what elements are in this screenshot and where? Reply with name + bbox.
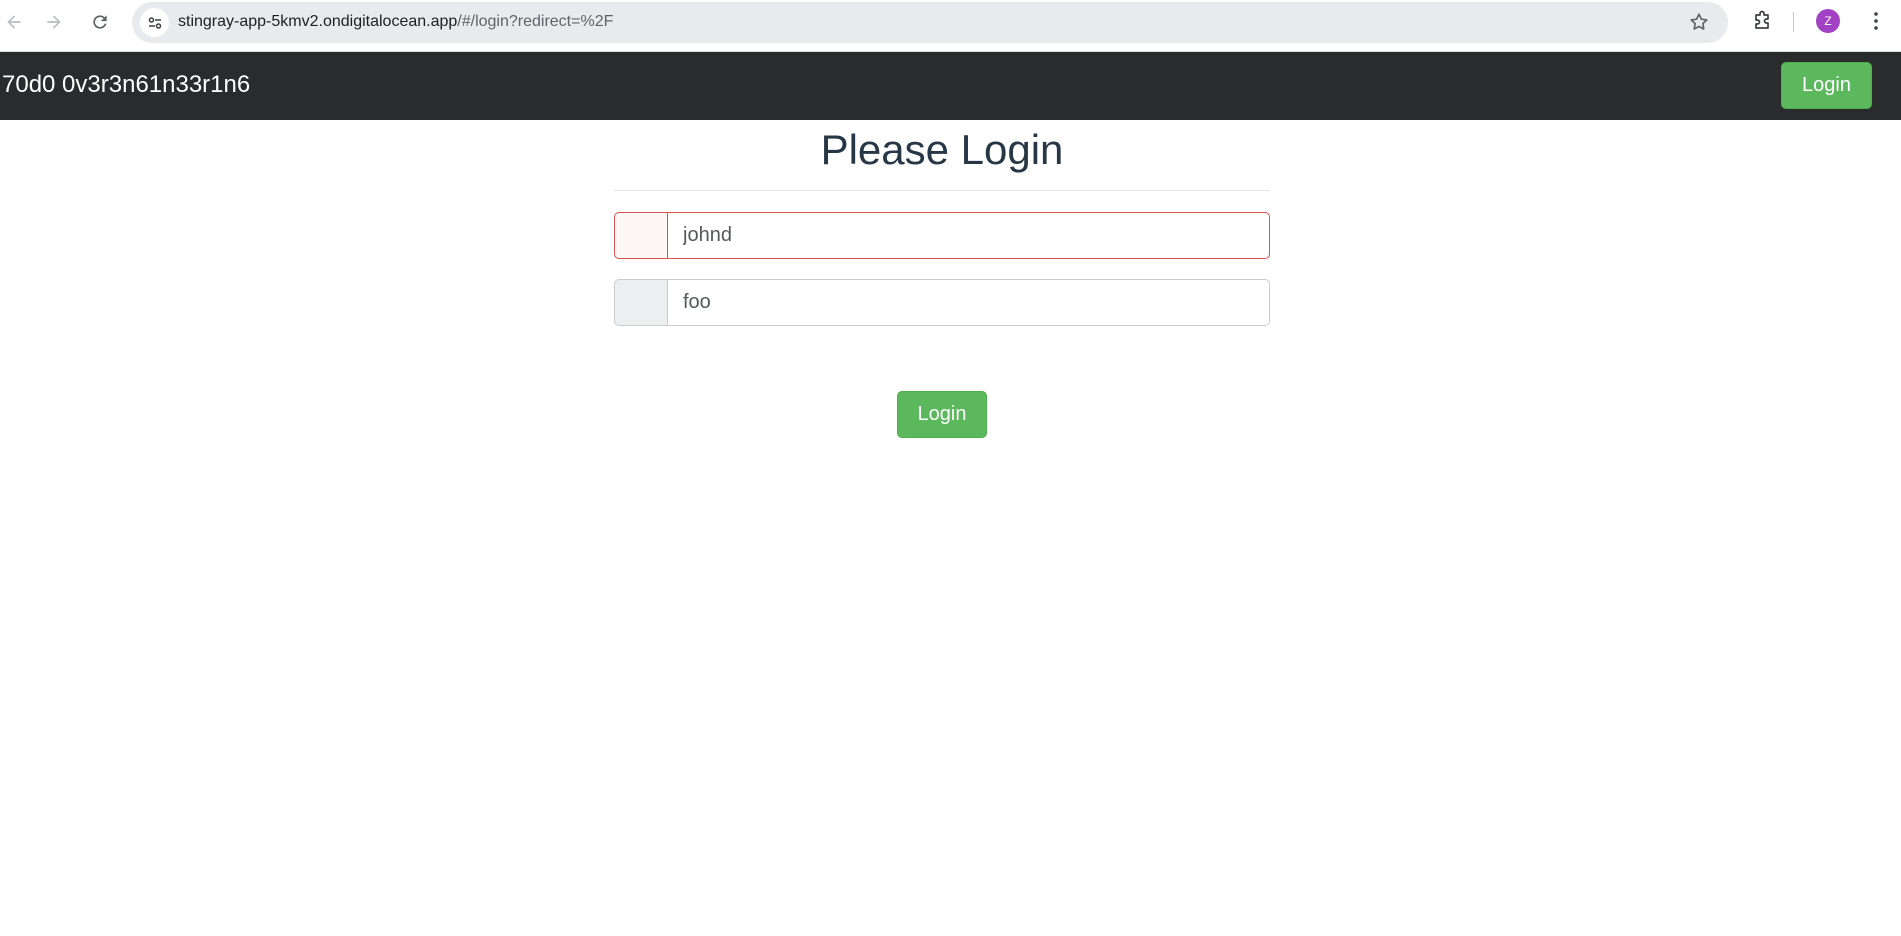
forward-button[interactable] bbox=[40, 8, 68, 36]
password-input[interactable] bbox=[667, 279, 1270, 326]
address-bar[interactable]: stingray-app-5kmv2.ondigitalocean.app/#/… bbox=[132, 2, 1728, 43]
navbar-login-button[interactable]: Login bbox=[1781, 62, 1872, 109]
username-input[interactable] bbox=[667, 212, 1270, 259]
username-group bbox=[614, 212, 1270, 259]
site-info-button[interactable] bbox=[140, 8, 169, 37]
kebab-menu-icon bbox=[1874, 12, 1878, 30]
brand-title[interactable]: 70d0 0v3r3n61n33r1n6 bbox=[2, 71, 250, 99]
title-divider bbox=[614, 190, 1270, 191]
profile-avatar[interactable]: Z bbox=[1816, 9, 1840, 33]
url-host: stingray-app-5kmv2.ondigitalocean.app bbox=[178, 13, 458, 30]
tune-icon bbox=[148, 16, 161, 29]
star-icon bbox=[1690, 13, 1708, 30]
reload-icon bbox=[93, 15, 107, 29]
puzzle-icon bbox=[1755, 10, 1769, 29]
login-submit-button[interactable]: Login bbox=[897, 391, 987, 438]
extensions-button[interactable] bbox=[1750, 9, 1774, 33]
toolbar-divider bbox=[1793, 12, 1794, 32]
password-group bbox=[614, 279, 1270, 326]
bookmark-button[interactable] bbox=[1688, 11, 1710, 33]
arrow-left-icon bbox=[7, 15, 21, 29]
page-title: Please Login bbox=[820, 126, 1064, 173]
reload-button[interactable] bbox=[86, 8, 114, 36]
browser-toolbar: stingray-app-5kmv2.ondigitalocean.app/#/… bbox=[0, 0, 1901, 52]
username-addon bbox=[614, 212, 667, 259]
url-path: /#/login?redirect=%2F bbox=[457, 13, 614, 30]
url-text[interactable]: stingray-app-5kmv2.ondigitalocean.app/#/… bbox=[178, 13, 613, 31]
arrow-right-icon bbox=[47, 15, 61, 29]
app-navbar: 70d0 0v3r3n61n33r1n6 Login bbox=[0, 52, 1901, 120]
password-addon bbox=[614, 279, 667, 326]
back-button[interactable] bbox=[0, 8, 28, 36]
browser-menu-button[interactable] bbox=[1864, 9, 1888, 33]
